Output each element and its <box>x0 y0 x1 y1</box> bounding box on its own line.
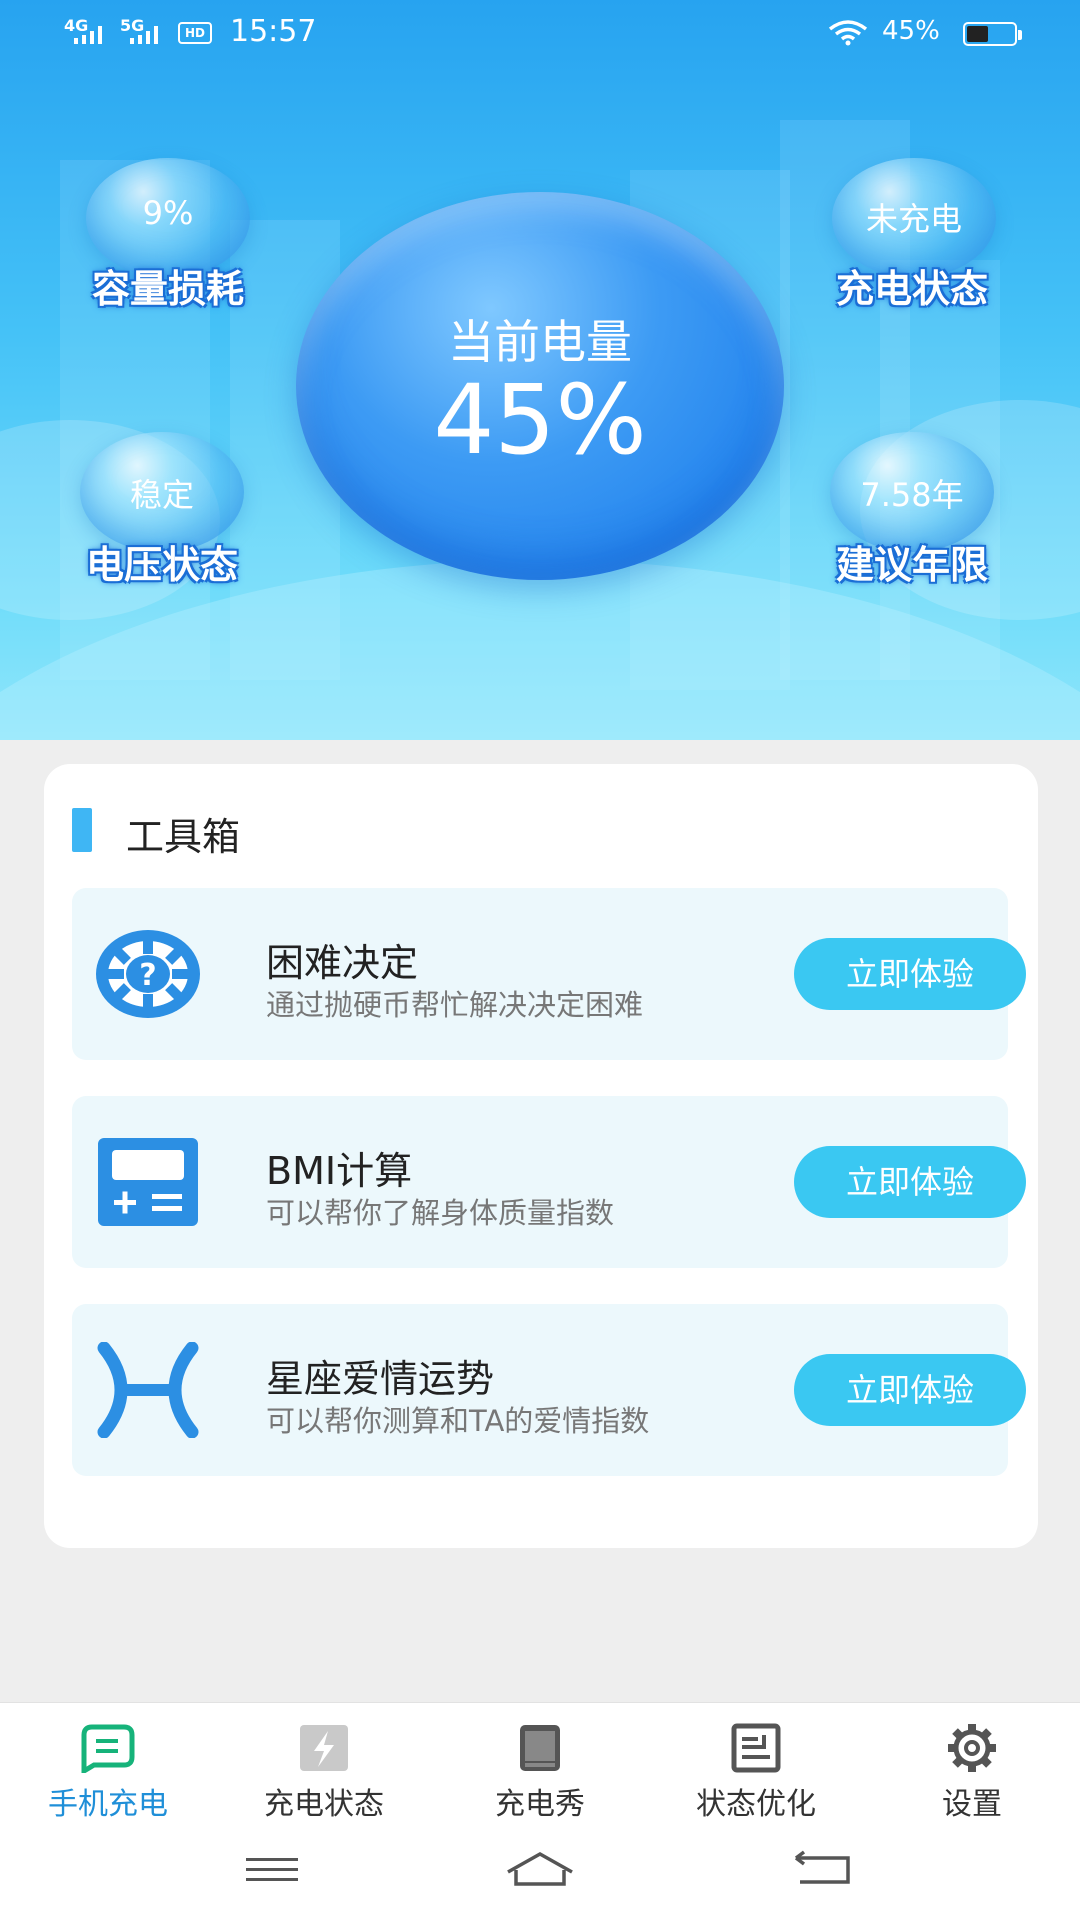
tool-description: 可以帮你测算和TA的爱情指数 <box>266 1404 650 1438</box>
pisces-icon <box>97 1342 199 1438</box>
nav-label: 设置 <box>942 1787 1002 1822</box>
capacity-loss-value: 9% <box>142 194 194 232</box>
tool-card-bmi[interactable]: BMI计算 可以帮你了解身体质量指数 立即体验 <box>72 1096 1026 1268</box>
charge-status-label: 充电状态 <box>835 267 988 311</box>
nav-label: 手机充电 <box>48 1787 168 1822</box>
toolbox-panel: 工具箱 ? 困难决定 通过抛硬币帮忙解决决定困难 立即体验 BMI计算 可以帮你… <box>44 764 1038 1548</box>
nav-label: 状态优化 <box>696 1787 816 1822</box>
battery-hero: 4G 5G HD 15:57 45% 9% 容量损耗 未充电 充电状态 稳定 电… <box>0 0 1080 740</box>
tool-card-decision[interactable]: ? 困难决定 通过抛硬币帮忙解决决定困难 立即体验 <box>72 888 1026 1060</box>
current-battery-title: 当前电量 <box>448 315 632 369</box>
tool-title: BMI计算 <box>266 1149 413 1193</box>
phone-charge-icon <box>81 1724 135 1773</box>
bottom-nav: 手机充电 充电状态 充电秀 状态优化 设置 <box>0 1702 1080 1822</box>
nav-label: 充电状态 <box>264 1787 384 1822</box>
lifespan-label: 建议年限 <box>835 543 988 587</box>
tool-title: 困难决定 <box>266 941 419 985</box>
nav-label: 充电秀 <box>495 1787 585 1822</box>
calculator-icon <box>98 1138 198 1226</box>
charge-show-icon <box>520 1725 560 1771</box>
nav-item-settings[interactable]: 设置 <box>864 1703 1080 1822</box>
status-bar: 4G 5G HD 15:57 45% <box>0 0 1080 64</box>
try-now-button[interactable]: 立即体验 <box>794 1354 1026 1426</box>
nav-item-phone-charge[interactable]: 手机充电 <box>0 1703 216 1822</box>
hd-voice-icon: HD <box>178 22 212 44</box>
system-nav-bar <box>0 1818 1080 1920</box>
nav-item-charge-show[interactable]: 充电秀 <box>432 1703 648 1822</box>
question-gear-icon: ? <box>96 930 200 1018</box>
charge-status-value: 未充电 <box>865 200 962 238</box>
signal-icon <box>74 26 108 44</box>
battery-percent: 45% <box>882 16 940 46</box>
try-now-button[interactable]: 立即体验 <box>794 938 1026 1010</box>
tool-description: 通过抛硬币帮忙解决决定困难 <box>266 988 644 1022</box>
tool-description: 可以帮你了解身体质量指数 <box>266 1196 615 1230</box>
section-marker <box>72 808 92 852</box>
charge-status-icon <box>300 1725 348 1771</box>
svg-text:?: ? <box>139 958 156 993</box>
gear-icon <box>948 1724 996 1772</box>
voltage-status-value: 稳定 <box>129 476 194 514</box>
tool-title: 星座爱情运势 <box>266 1357 495 1401</box>
try-now-button[interactable]: 立即体验 <box>794 1146 1026 1218</box>
back-icon[interactable] <box>782 1848 862 1892</box>
tool-card-horoscope[interactable]: 星座爱情运势 可以帮你测算和TA的爱情指数 立即体验 <box>72 1304 1026 1476</box>
home-icon[interactable] <box>500 1848 580 1892</box>
nav-item-optimize[interactable]: 状态优化 <box>648 1703 864 1822</box>
nav-item-charge-status[interactable]: 充电状态 <box>216 1703 432 1822</box>
battery-icon <box>963 22 1022 46</box>
current-battery-value: 45% <box>433 364 647 476</box>
voltage-status-label: 电压状态 <box>85 543 238 587</box>
clock: 15:57 <box>230 14 317 49</box>
lifespan-value: 7.58年 <box>860 476 964 514</box>
capacity-loss-label: 容量损耗 <box>91 267 244 311</box>
toolbox-title: 工具箱 <box>126 815 241 859</box>
wifi-icon <box>828 20 868 46</box>
menu-icon[interactable] <box>232 1848 312 1892</box>
signal-icon <box>130 26 164 44</box>
optimize-icon <box>731 1723 781 1773</box>
